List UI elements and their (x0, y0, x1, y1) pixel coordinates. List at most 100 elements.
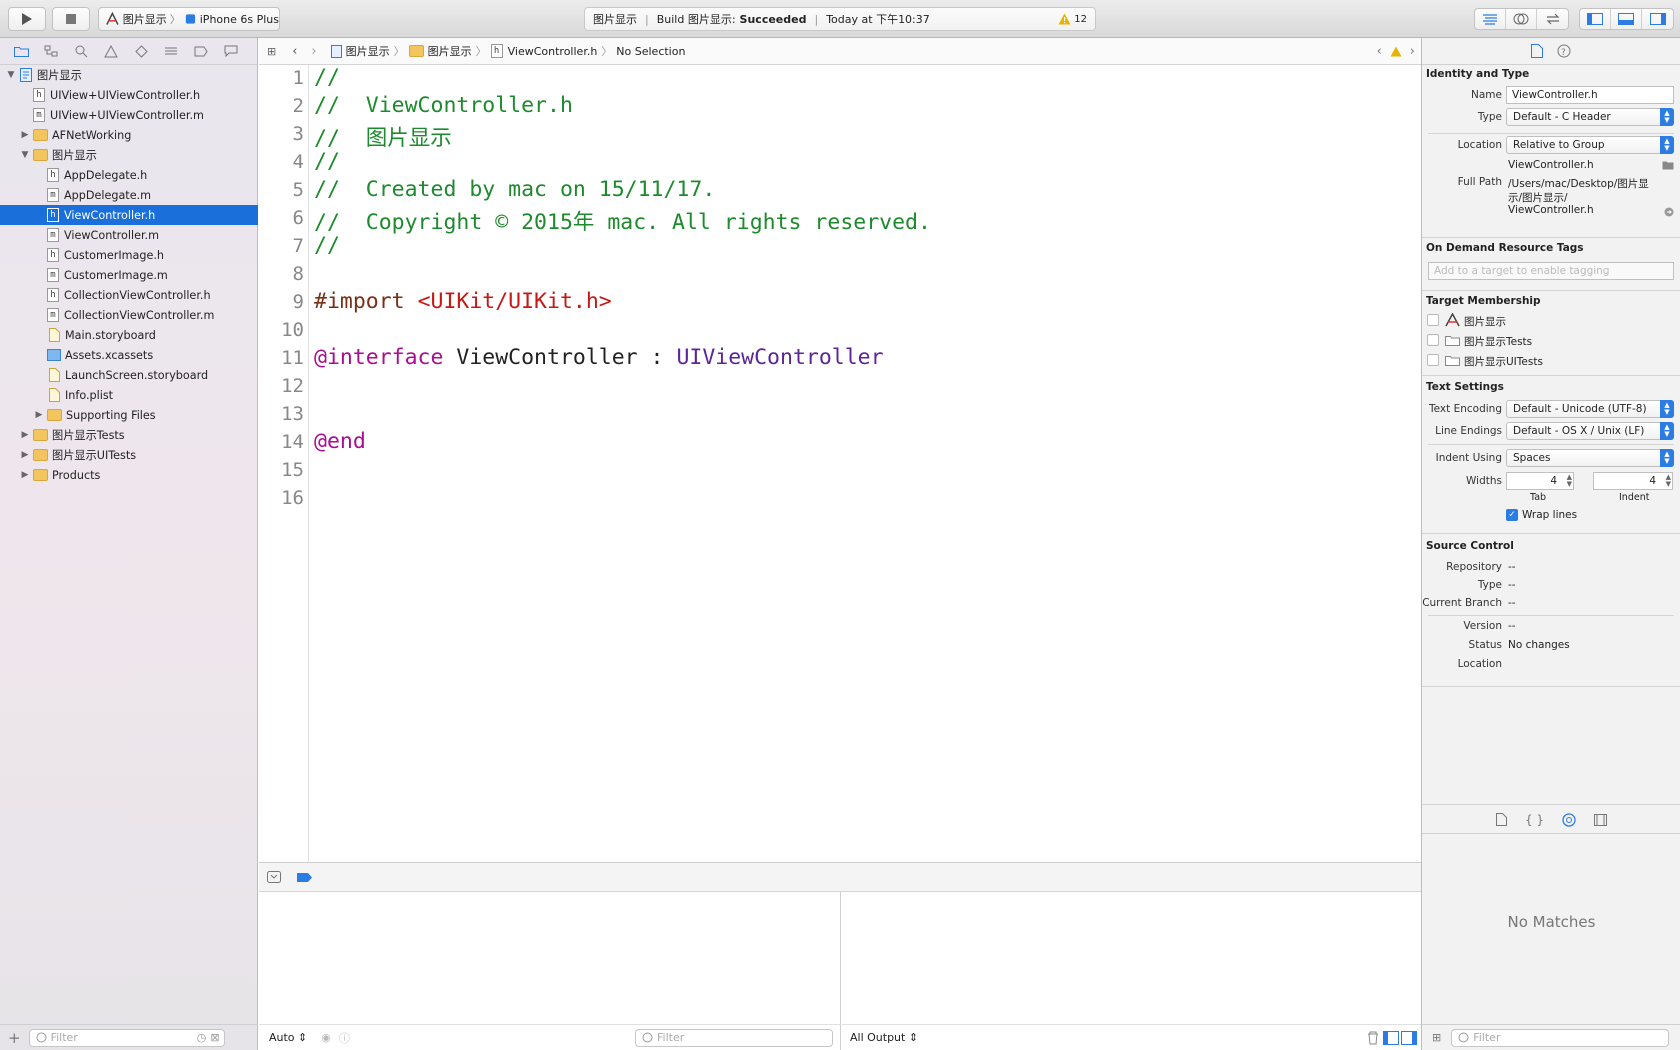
list-item[interactable]: Info.plist (0, 385, 258, 405)
target-checkbox-app[interactable] (1427, 314, 1439, 326)
list-item[interactable]: Assets.xcassets (0, 345, 258, 365)
disclosure-closed-icon[interactable]: ▶ (34, 410, 44, 420)
list-item[interactable]: ▼ 图片显示 (0, 145, 258, 165)
wrap-lines-checkbox[interactable]: ✓ (1506, 509, 1518, 521)
list-item[interactable]: Main.storyboard (0, 325, 258, 345)
quick-help-tab-icon[interactable]: ? (1557, 44, 1571, 58)
disclosure-closed-icon[interactable]: ▶ (20, 450, 30, 460)
project-navigator-tab[interactable] (12, 42, 30, 60)
info-icon[interactable]: ⓘ (339, 1030, 350, 1046)
breakpoints-toggle-icon[interactable] (297, 872, 313, 883)
encoding-popup[interactable]: Default - Unicode (UTF-8) ▲ ▼ (1506, 400, 1674, 418)
list-item[interactable]: h CollectionViewController.h (0, 285, 258, 305)
target-label-app: 图片显示 (1464, 316, 1506, 328)
warning-icon[interactable] (1390, 46, 1402, 57)
assistant-editor-button[interactable] (1506, 9, 1537, 29)
code-line-6: // Copyright © 2015年 mac. All rights res… (314, 210, 931, 235)
auto-selector[interactable]: Auto ⇕ (269, 1031, 307, 1044)
type-popup[interactable]: Default - C Header ▲ ▼ (1506, 108, 1674, 126)
disclosure-open-icon[interactable]: ▼ (6, 70, 16, 80)
toggle-navigator-button[interactable] (1580, 9, 1611, 29)
output-selector[interactable]: All Output ⇕ (850, 1031, 918, 1044)
toggle-utilities-button[interactable] (1642, 9, 1673, 29)
list-item-label: Products (52, 468, 101, 482)
scheme-selector[interactable]: 图片显示 〉 iPhone 6s Plus (98, 7, 280, 31)
list-item[interactable]: ▶ Products (0, 465, 258, 485)
debug-navigator-tab[interactable] (162, 42, 180, 60)
file-inspector-tab-icon[interactable] (1531, 44, 1543, 58)
list-item[interactable]: h UIView+UIViewController.h (0, 85, 258, 105)
media-library-icon[interactable] (1594, 813, 1608, 826)
breadcrumb-group[interactable]: 图片显示 (428, 43, 472, 59)
breakpoint-navigator-tab[interactable] (192, 42, 210, 60)
toggle-debug-button[interactable] (1611, 9, 1642, 29)
run-button[interactable] (8, 7, 46, 31)
report-navigator-tab[interactable] (222, 42, 240, 60)
list-item[interactable]: m UIView+UIViewController.m (0, 105, 258, 125)
stepper-icon[interactable]: ▲ ▼ (1567, 474, 1572, 488)
target-checkbox-uitests[interactable] (1427, 354, 1439, 366)
disclosure-open-icon[interactable]: ▼ (20, 150, 30, 160)
list-item[interactable]: m CustomerImage.m (0, 265, 258, 285)
variables-filter-field[interactable]: Filter (635, 1028, 833, 1047)
odr-tags-field[interactable]: Add to a target to enable tagging (1428, 262, 1674, 280)
reveal-in-finder-icon[interactable] (1664, 207, 1674, 217)
list-item[interactable]: h AppDelegate.h (0, 165, 258, 185)
list-item[interactable]: h CustomerImage.h (0, 245, 258, 265)
code-snippet-library-icon[interactable]: { } (1525, 813, 1544, 827)
list-item[interactable]: m CollectionViewController.m (0, 305, 258, 325)
choose-folder-icon[interactable] (1662, 160, 1674, 170)
grid-view-icon[interactable]: ⊞ (1432, 1031, 1441, 1044)
stepper-icon[interactable]: ▲ ▼ (1666, 474, 1671, 488)
standard-editor-button[interactable] (1475, 9, 1506, 29)
forward-button[interactable]: › (311, 44, 316, 59)
list-item[interactable]: ▼ 图片显示 (0, 65, 258, 85)
disclosure-closed-icon[interactable]: ▶ (20, 430, 30, 440)
hide-debug-icon[interactable] (267, 871, 281, 883)
recent-filter-icon[interactable]: ◷ (197, 1031, 207, 1044)
add-icon[interactable]: + (8, 1029, 21, 1047)
line-number-gutter: 1 2 3 4 5 6 7 8 9 10 11 12 13 14 15 16 (259, 65, 309, 862)
file-template-library-icon[interactable] (1495, 813, 1507, 826)
find-navigator-tab[interactable] (72, 42, 90, 60)
name-field[interactable]: ViewController.h (1506, 86, 1674, 104)
object-library-icon[interactable] (1562, 812, 1576, 827)
scm-filter-icon[interactable]: ⊠ (210, 1031, 219, 1044)
back-button[interactable]: ‹ (292, 44, 297, 59)
activity-status: 图片显示 | Build 图片显示: Succeeded | Today at … (584, 7, 1096, 31)
breadcrumb-selection[interactable]: No Selection (616, 45, 685, 58)
disclosure-closed-icon[interactable]: ▶ (20, 130, 30, 140)
version-editor-button[interactable] (1537, 9, 1568, 29)
location-popup[interactable]: Relative to Group ▲ ▼ (1506, 136, 1674, 154)
target-checkbox-tests[interactable] (1427, 334, 1439, 346)
stop-button[interactable] (52, 7, 90, 31)
list-item[interactable]: ▶ 图片显示UITests (0, 445, 258, 465)
line-endings-popup[interactable]: Default - OS X / Unix (LF) ▲ ▼ (1506, 422, 1674, 440)
list-item[interactable]: m AppDelegate.m (0, 185, 258, 205)
list-item[interactable]: h ViewController.h (0, 205, 258, 225)
breadcrumb-project[interactable]: 图片显示 (346, 43, 390, 59)
test-navigator-tab[interactable] (132, 42, 150, 60)
trash-icon[interactable] (1367, 1031, 1379, 1045)
list-item[interactable]: ▶ 图片显示Tests (0, 425, 258, 445)
list-item[interactable]: ▶ AFNetWorking (0, 125, 258, 145)
warning-badge[interactable]: 12 (1058, 13, 1087, 25)
navigator-filter-field[interactable]: Filter ◷ ⊠ (28, 1028, 225, 1047)
breadcrumb-file[interactable]: ViewController.h (508, 45, 598, 58)
source-editor[interactable]: // // ViewController.h // 图片显示 // // Cre… (314, 65, 1414, 862)
related-items-icon[interactable]: ⊞ (267, 45, 276, 58)
issue-navigator-tab[interactable] (102, 42, 120, 60)
tab-width-stepper[interactable]: 4 ▲ ▼ (1506, 472, 1574, 490)
issue-next-button[interactable]: › (1410, 44, 1415, 59)
quick-look-icon[interactable]: ◉ (321, 1031, 331, 1044)
list-item[interactable]: ▶ Supporting Files (0, 405, 258, 425)
list-item[interactable]: m ViewController.m (0, 225, 258, 245)
split-view-icon[interactable] (1383, 1030, 1417, 1045)
indent-using-popup[interactable]: Spaces ▲ ▼ (1506, 449, 1674, 467)
indent-width-stepper[interactable]: 4 ▲ ▼ (1593, 472, 1673, 490)
symbol-navigator-tab[interactable] (42, 42, 60, 60)
issue-prev-button[interactable]: ‹ (1377, 44, 1382, 59)
disclosure-closed-icon[interactable]: ▶ (20, 470, 30, 480)
library-filter-field[interactable]: Filter (1451, 1028, 1670, 1047)
list-item[interactable]: LaunchScreen.storyboard (0, 365, 258, 385)
